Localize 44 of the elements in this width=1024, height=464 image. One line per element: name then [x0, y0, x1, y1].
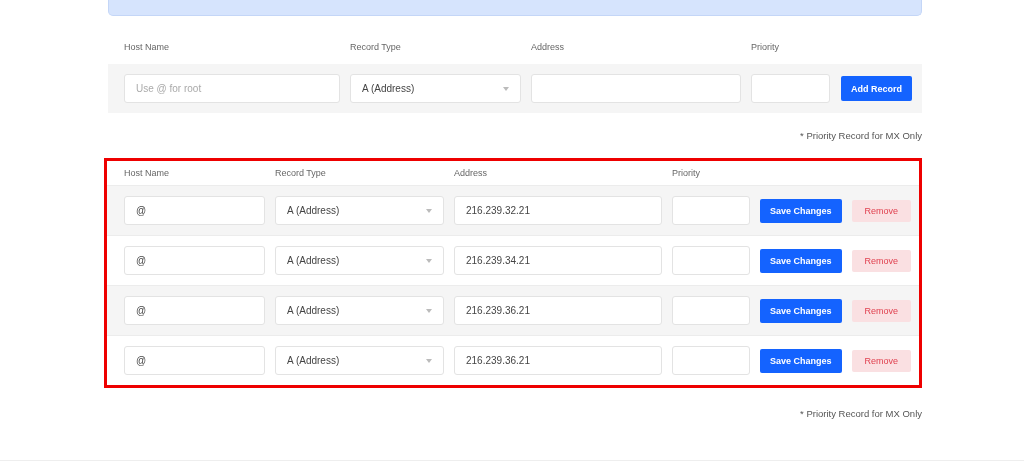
remove-button[interactable]: Remove — [851, 349, 912, 372]
address-field[interactable] — [531, 74, 741, 103]
priority-field[interactable] — [672, 196, 750, 225]
add-record-button[interactable]: Add Record — [841, 76, 912, 101]
priority-note: * Priority Record for MX Only — [800, 130, 922, 143]
address-field[interactable]: 216.239.34.21 — [454, 246, 662, 275]
save-changes-button[interactable]: Save Changes — [760, 248, 842, 273]
record-type-select[interactable]: A (Address) — [275, 246, 444, 275]
host-name-field[interactable]: @ — [124, 346, 265, 375]
column-header: Address — [454, 168, 489, 178]
priority-field[interactable] — [751, 74, 830, 103]
record-type-select[interactable]: A (Address) — [275, 296, 444, 325]
caret-icon — [426, 258, 432, 263]
remove-button[interactable]: Remove — [851, 199, 912, 222]
host-name-field[interactable]: @ — [124, 296, 265, 325]
save-changes-button[interactable]: Save Changes — [760, 198, 842, 223]
column-header: Record Type — [275, 168, 327, 178]
remove-button[interactable]: Remove — [851, 299, 912, 322]
column-header: Host Name — [124, 168, 170, 178]
record-type-select[interactable]: A (Address) — [275, 196, 444, 225]
column-header: Priority — [672, 168, 700, 178]
address-field[interactable]: 216.239.32.21 — [454, 196, 662, 225]
record-type-select[interactable]: A (Address) — [275, 346, 444, 375]
caret-icon — [426, 308, 432, 313]
record-type-select[interactable]: A (Address) — [350, 74, 521, 103]
priority-field[interactable] — [672, 296, 750, 325]
save-changes-button[interactable]: Save Changes — [760, 298, 842, 323]
priority-field[interactable] — [672, 346, 750, 375]
caret-icon — [426, 358, 432, 363]
column-header: Record Type — [350, 42, 402, 54]
caret-icon — [426, 208, 432, 213]
save-changes-button[interactable]: Save Changes — [760, 348, 842, 373]
column-header: Address — [531, 42, 566, 54]
column-header: Host Name — [124, 42, 170, 54]
priority-note: * Priority Record for MX Only — [800, 408, 922, 419]
caret-icon — [503, 86, 509, 91]
column-header: Priority — [751, 42, 779, 54]
host-name-field[interactable]: @ — [124, 196, 265, 225]
host-name-field[interactable]: @ — [124, 246, 265, 275]
priority-field[interactable] — [672, 246, 750, 275]
address-field[interactable]: 216.239.36.21 — [454, 346, 662, 375]
remove-button[interactable]: Remove — [851, 249, 912, 272]
address-field[interactable]: 216.239.36.21 — [454, 296, 662, 325]
host-name-field[interactable]: Use @ for root — [124, 74, 340, 103]
